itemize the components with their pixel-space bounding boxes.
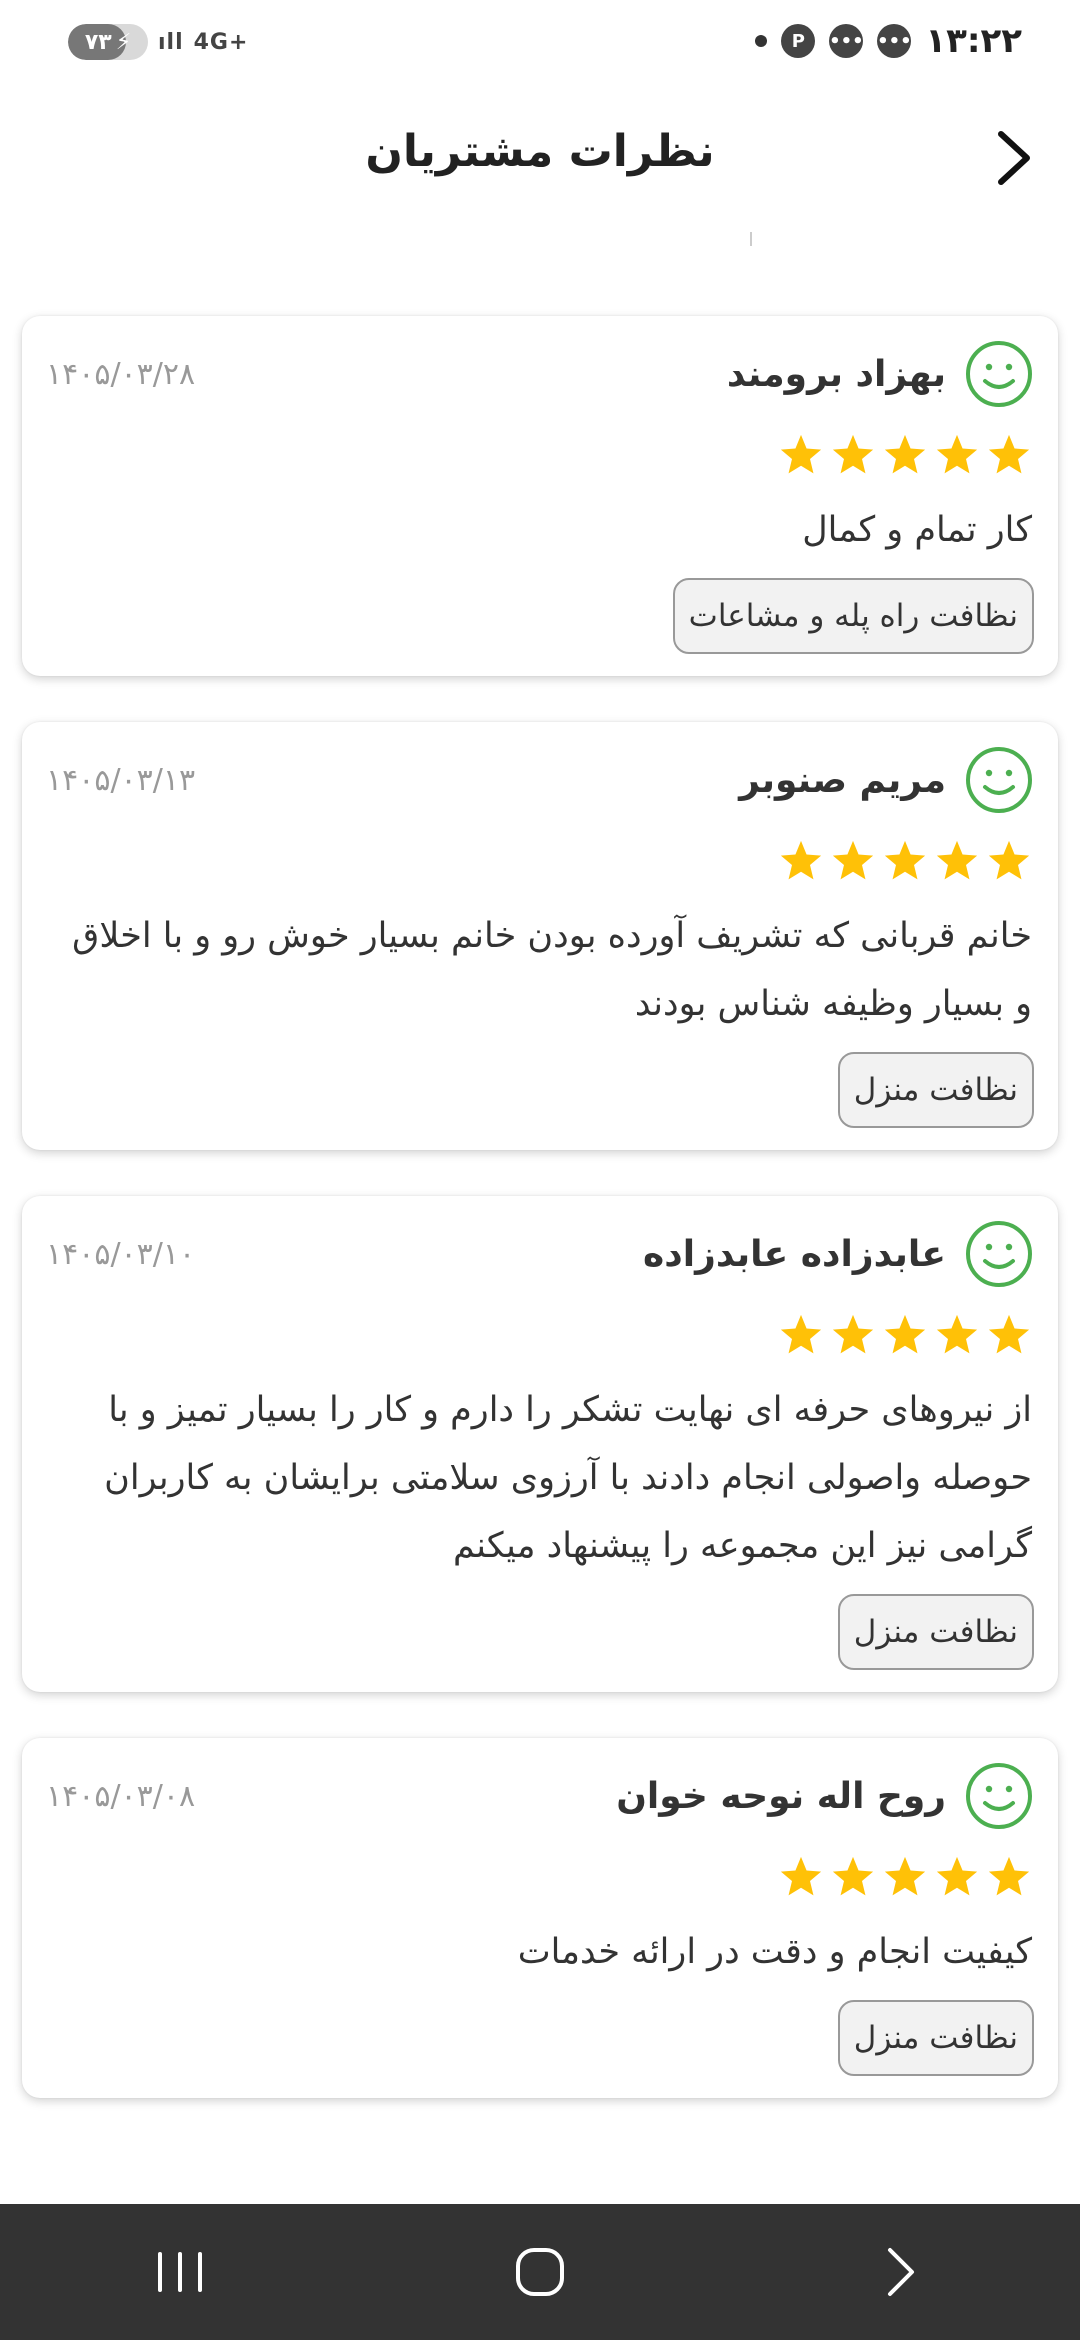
star-icon bbox=[832, 434, 874, 474]
reviewer-info: عابدزاده عابدزاده bbox=[643, 1219, 1034, 1289]
recent-apps-button[interactable] bbox=[110, 2222, 250, 2322]
review-header: روح اله نوحه خوان ۱۴۰۵/۰۳/۰۸ bbox=[46, 1760, 1034, 1832]
recent-apps-icon bbox=[158, 2252, 202, 2292]
status-left: ۷۳ ⚡ ıll 4G+ bbox=[68, 22, 248, 62]
star-icon bbox=[780, 840, 822, 880]
system-back-button[interactable] bbox=[830, 2222, 970, 2322]
chat-bubble-icon: ••• bbox=[829, 24, 864, 58]
star-icon bbox=[884, 840, 926, 880]
service-tag[interactable]: نظافت منزل bbox=[837, 2000, 1034, 2076]
reviews-list: بهزاد برومند ۱۴۰۵/۰۳/۲۸ کار تمام و کمال … bbox=[22, 316, 1058, 2144]
service-tag[interactable]: نظافت منزل bbox=[837, 1052, 1034, 1128]
network-type: 4G+ bbox=[193, 29, 249, 55]
chat-bubble-icon: ••• bbox=[877, 24, 912, 58]
review-comment: خانم قربانی که تشریف آورده بودن خانم بسی… bbox=[72, 916, 1032, 1024]
review-date: ۱۴۰۵/۰۳/۱۳ bbox=[46, 762, 196, 798]
review-comment: کیفیت انجام و دقت در ارائه خدمات bbox=[517, 1932, 1032, 1972]
review-comment: از نیروهای حرفه ای نهایت تشکر را دارم و … bbox=[104, 1390, 1032, 1566]
service-tag[interactable]: نظافت منزل bbox=[837, 1594, 1034, 1670]
star-icon bbox=[884, 1856, 926, 1896]
app-header: نظرات مشتریان bbox=[0, 100, 1080, 210]
chevron-right-icon bbox=[998, 131, 1030, 185]
review-card: بهزاد برومند ۱۴۰۵/۰۳/۲۸ کار تمام و کمال … bbox=[22, 316, 1058, 676]
star-icon bbox=[780, 1314, 822, 1354]
smiley-icon bbox=[966, 1221, 1032, 1287]
page-title: نظرات مشتریان bbox=[365, 126, 715, 177]
back-button[interactable] bbox=[978, 122, 1050, 194]
signal-icon: ıll bbox=[158, 29, 184, 55]
star-icon bbox=[936, 1856, 978, 1896]
status-bar: ۷۳ ⚡ ıll 4G+ P ••• ••• ۱۳:۲۲ bbox=[0, 0, 1080, 84]
reviewer-name: بهزاد برومند bbox=[726, 353, 946, 395]
reviewer-name: مریم صنوبر bbox=[739, 759, 946, 801]
reviewer-info: بهزاد برومند bbox=[727, 339, 1034, 409]
scroll-indicator bbox=[750, 232, 752, 246]
home-button[interactable] bbox=[470, 2222, 610, 2322]
reviewer-info: مریم صنوبر bbox=[739, 745, 1034, 815]
star-icon bbox=[832, 1314, 874, 1354]
star-icon bbox=[988, 434, 1030, 474]
charging-icon: ⚡ bbox=[115, 29, 132, 55]
system-nav-bar bbox=[0, 2204, 1080, 2340]
smiley-icon bbox=[966, 1763, 1032, 1829]
star-icon bbox=[780, 434, 822, 474]
back-icon bbox=[888, 2248, 914, 2296]
pinterest-icon: P bbox=[781, 24, 816, 58]
status-right: P ••• ••• ۱۳:۲۲ bbox=[755, 18, 1022, 64]
rating-stars bbox=[46, 832, 1034, 890]
rating-stars bbox=[46, 1306, 1034, 1364]
star-icon bbox=[988, 1314, 1030, 1354]
dot-icon bbox=[755, 35, 768, 47]
review-header: عابدزاده عابدزاده ۱۴۰۵/۰۳/۱۰ bbox=[46, 1218, 1034, 1290]
star-icon bbox=[884, 1314, 926, 1354]
review-card: عابدزاده عابدزاده ۱۴۰۵/۰۳/۱۰ از نیروهای … bbox=[22, 1196, 1058, 1692]
reviewer-name: عابدزاده عابدزاده bbox=[643, 1233, 946, 1275]
service-tag[interactable]: نظافت راه پله و مشاعات bbox=[672, 578, 1034, 654]
status-time: ۱۳:۲۲ bbox=[925, 21, 1022, 61]
star-icon bbox=[988, 840, 1030, 880]
reviewer-info: روح اله نوحه خوان bbox=[616, 1761, 1034, 1831]
reviewer-name: روح اله نوحه خوان bbox=[616, 1775, 946, 1817]
battery-icon: ۷۳ ⚡ bbox=[68, 24, 148, 60]
battery-level: ۷۳ bbox=[84, 29, 112, 55]
star-icon bbox=[936, 434, 978, 474]
rating-stars bbox=[46, 1848, 1034, 1906]
review-date: ۱۴۰۵/۰۳/۱۰ bbox=[46, 1236, 196, 1272]
star-icon bbox=[936, 1314, 978, 1354]
star-icon bbox=[988, 1856, 1030, 1896]
review-date: ۱۴۰۵/۰۳/۰۸ bbox=[46, 1778, 196, 1814]
review-card: مریم صنوبر ۱۴۰۵/۰۳/۱۳ خانم قربانی که تشر… bbox=[22, 722, 1058, 1150]
home-icon bbox=[516, 2248, 564, 2296]
review-card: روح اله نوحه خوان ۱۴۰۵/۰۳/۰۸ کیفیت انجام… bbox=[22, 1738, 1058, 2098]
star-icon bbox=[884, 434, 926, 474]
review-header: بهزاد برومند ۱۴۰۵/۰۳/۲۸ bbox=[46, 338, 1034, 410]
star-icon bbox=[936, 840, 978, 880]
review-comment: کار تمام و کمال bbox=[802, 510, 1032, 550]
star-icon bbox=[832, 840, 874, 880]
rating-stars bbox=[46, 426, 1034, 484]
smiley-icon bbox=[966, 341, 1032, 407]
review-header: مریم صنوبر ۱۴۰۵/۰۳/۱۳ bbox=[46, 744, 1034, 816]
smiley-icon bbox=[966, 747, 1032, 813]
star-icon bbox=[832, 1856, 874, 1896]
review-date: ۱۴۰۵/۰۳/۲۸ bbox=[46, 356, 196, 392]
star-icon bbox=[780, 1856, 822, 1896]
